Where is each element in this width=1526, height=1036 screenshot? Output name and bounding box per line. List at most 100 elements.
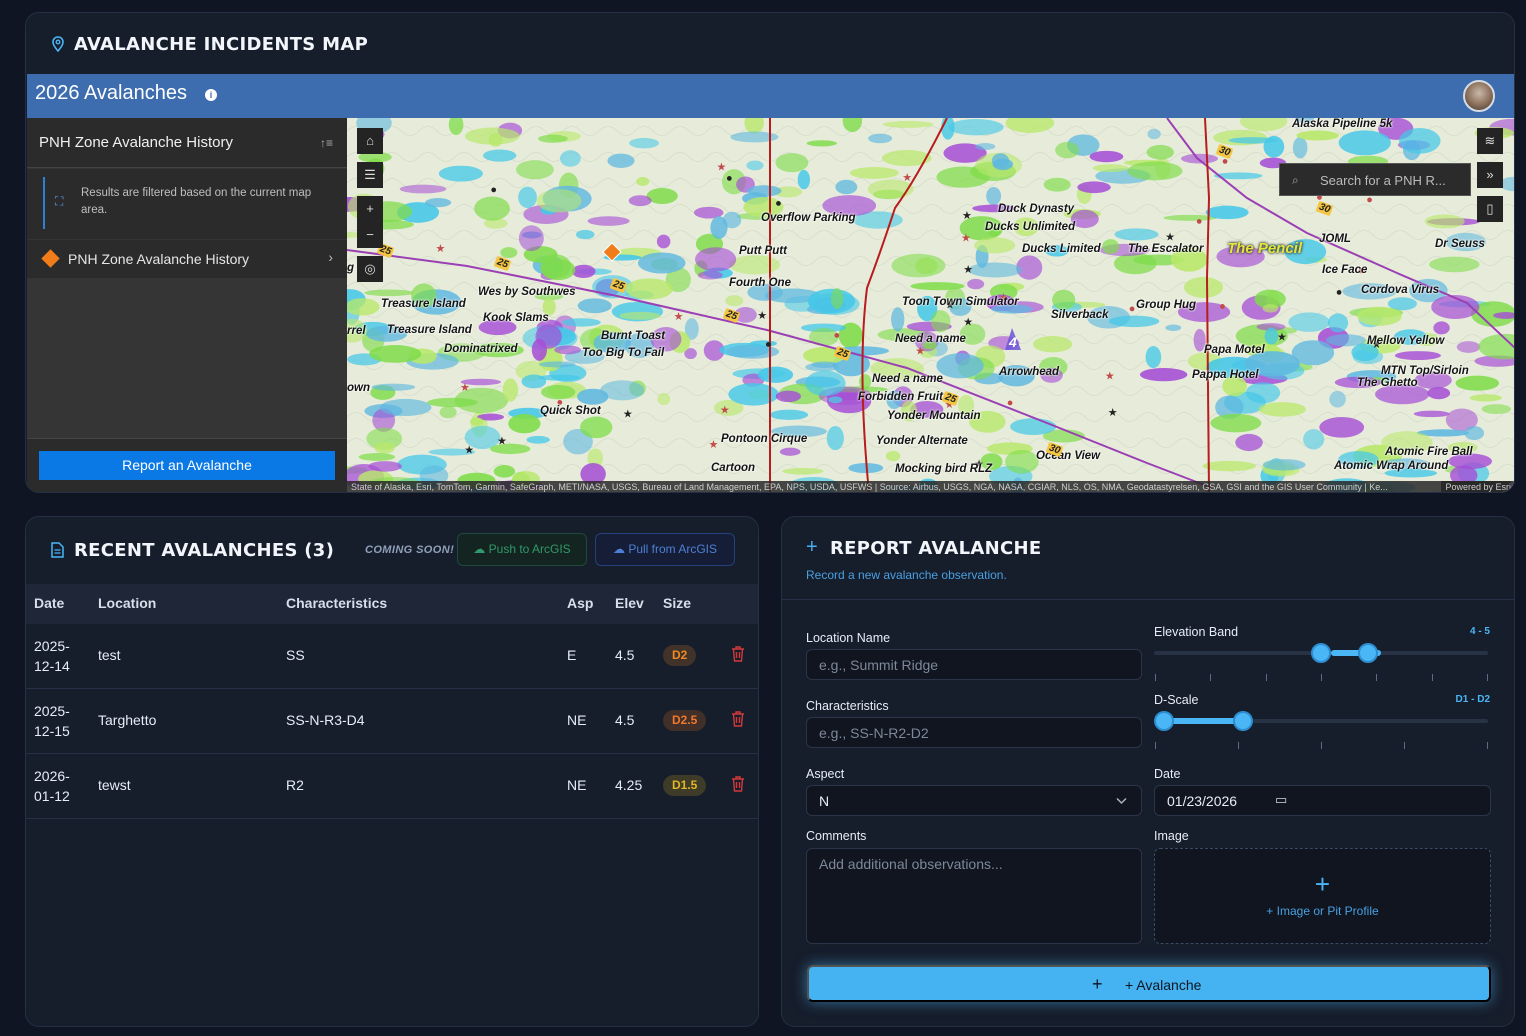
- avalanche-marker: ★: [1277, 331, 1287, 343]
- row-date-year: 2025-: [34, 638, 70, 654]
- characteristics-label: Characteristics: [806, 699, 889, 713]
- slider-max-handle[interactable]: [1358, 643, 1379, 663]
- map-place-label: Treasure Island: [387, 324, 472, 336]
- slope-patch: [1108, 315, 1160, 328]
- location-name-input[interactable]: e.g., Summit Ridge: [806, 649, 1142, 680]
- bookmark-icon[interactable]: ▯: [1477, 196, 1503, 222]
- map-view[interactable]: ★ ★ ● ★ ★ ★ ● ● ● ★ ★ ★ ★ ★ ● ★ ● ★ ★ ★ ★ ● ● ★ ● ★ ● ★ ● ● ★ ● ★ ★ ● ★ ● ★ ★ ★…: [347, 118, 1514, 492]
- report-avalanche-card: + REPORT AVALANCHE Record a new avalanch…: [781, 516, 1515, 1027]
- cloud-download-icon: ☁: [612, 542, 625, 556]
- slope-patch: [625, 278, 674, 300]
- row-location: tewst: [98, 777, 131, 793]
- slope-patch: [571, 264, 596, 278]
- map-place-label: Ice Face: [1322, 264, 1368, 276]
- layers-icon[interactable]: ≋: [1477, 128, 1503, 154]
- slider-max-handle[interactable]: [1232, 711, 1253, 731]
- slope-patch: [1127, 161, 1183, 181]
- slope-patch: [536, 189, 582, 213]
- map-search-box[interactable]: ⌕ Search for a PNH R...: [1279, 163, 1471, 196]
- elevation-band-slider[interactable]: [1154, 641, 1491, 681]
- zoom-in-icon[interactable]: +: [357, 196, 383, 222]
- slope-patch: [882, 120, 934, 128]
- slope-patch: [1089, 150, 1124, 163]
- d-scale-slider[interactable]: [1154, 709, 1491, 749]
- document-icon: [51, 542, 64, 558]
- slope-patch: [399, 184, 447, 194]
- aspect-select[interactable]: N: [806, 785, 1142, 816]
- avalanche-marker: ★: [902, 172, 912, 184]
- avatar[interactable]: [1463, 80, 1495, 112]
- slope-patch: [730, 131, 779, 143]
- powered-by-esri[interactable]: Powered by Esri: [1441, 481, 1511, 492]
- trash-icon[interactable]: [731, 645, 745, 662]
- trash-icon[interactable]: [731, 710, 745, 727]
- column-header-size[interactable]: Size: [663, 595, 691, 611]
- slider-tick: [1487, 674, 1488, 681]
- sort-icon[interactable]: ↑≡: [320, 136, 333, 150]
- comments-textarea[interactable]: Add additional observations...: [806, 848, 1142, 944]
- slope-patch: [469, 417, 484, 426]
- slope-patch: [967, 278, 985, 290]
- column-header-elevation[interactable]: Elev: [615, 595, 644, 611]
- info-icon[interactable]: i: [205, 89, 217, 101]
- slope-patch: [656, 234, 671, 249]
- slope-patch: [1055, 141, 1080, 159]
- avalanche-marker: ★: [674, 311, 684, 323]
- slope-patch: [779, 447, 801, 456]
- characteristics-input[interactable]: e.g., SS-N-R2-D2: [806, 717, 1142, 748]
- legend-list-icon[interactable]: ☰: [357, 162, 383, 188]
- slope-patch: [1329, 390, 1346, 408]
- slope-patch: [849, 167, 899, 179]
- table-row[interactable]: 2026- 01-12 tewst R2 NE 4.25 D1.5: [26, 754, 758, 819]
- expand-icon[interactable]: »: [1477, 162, 1503, 188]
- row-elevation: 4.25: [615, 777, 643, 793]
- avalanche-marker: ★: [623, 408, 633, 420]
- plus-icon: +: [1092, 974, 1103, 994]
- slope-patch: [1262, 304, 1279, 313]
- date-input[interactable]: 01/23/2026 ▭: [1154, 785, 1491, 816]
- report-an-avalanche-button[interactable]: Report an Avalanche: [39, 451, 335, 480]
- home-icon[interactable]: ⌂: [357, 128, 383, 154]
- slope-patch: [722, 211, 742, 229]
- submit-avalanche-label: + Avalanche: [1125, 977, 1202, 993]
- map-search-input[interactable]: Search for a PNH R...: [1320, 173, 1446, 188]
- column-header-date[interactable]: Date: [34, 595, 64, 611]
- slope-patch: [797, 169, 811, 190]
- table-row[interactable]: 2025- 12-15 Targhetto SS-N-R3-D4 NE 4.5 D…: [26, 689, 758, 754]
- map-place-label: Duck Dynasty: [998, 203, 1075, 215]
- slope-patch: [868, 133, 893, 144]
- table-row[interactable]: 2025- 12-14 test SS E 4.5 D2: [26, 624, 758, 689]
- row-elevation: 4.5: [615, 712, 635, 728]
- column-header-location[interactable]: Location: [98, 595, 156, 611]
- slope-patch: [607, 153, 635, 168]
- avalanche-marker: ●: [1129, 303, 1136, 315]
- slope-patch: [974, 237, 1016, 254]
- map-attribution: State of Alaska, Esri, TomTom, Garmin, S…: [347, 481, 1514, 492]
- column-header-aspect[interactable]: Asp: [567, 595, 593, 611]
- push-to-arcgis-button[interactable]: ☁ Push to ArcGIS: [457, 533, 587, 566]
- slope-patch: [425, 198, 452, 208]
- avalanche-marker: ★: [709, 439, 719, 451]
- slope-patch: [559, 150, 581, 167]
- pull-from-arcgis-button[interactable]: ☁ Pull from ArcGIS: [595, 533, 735, 566]
- avalanche-marker: ●: [1196, 216, 1203, 228]
- slider-min-handle[interactable]: [1311, 643, 1331, 663]
- add-image-icon: +: [1314, 869, 1331, 899]
- layer-list-item[interactable]: PNH Zone Avalanche History ›: [27, 240, 347, 278]
- image-upload-dropzone[interactable]: + + Image or Pit Profile: [1154, 848, 1491, 944]
- slope-patch: [1263, 135, 1285, 158]
- locate-icon[interactable]: ◎: [357, 256, 383, 282]
- column-header-characteristics[interactable]: Characteristics: [286, 595, 387, 611]
- map-place-label: Silverback: [1051, 309, 1109, 321]
- trash-icon[interactable]: [731, 775, 745, 792]
- submit-avalanche-button[interactable]: + + Avalanche: [807, 965, 1491, 1002]
- slope-patch: [554, 345, 581, 355]
- slope-patch: [1165, 324, 1182, 331]
- zoom-out-icon[interactable]: −: [357, 222, 383, 248]
- slope-patch: [1147, 128, 1161, 140]
- map-place-label: The Pencil: [1227, 240, 1303, 257]
- slider-min-handle[interactable]: [1154, 711, 1174, 731]
- calendar-icon[interactable]: ▭: [1275, 792, 1287, 808]
- app-title: 2026 Avalanches: [35, 82, 187, 104]
- slope-patch: [858, 374, 872, 389]
